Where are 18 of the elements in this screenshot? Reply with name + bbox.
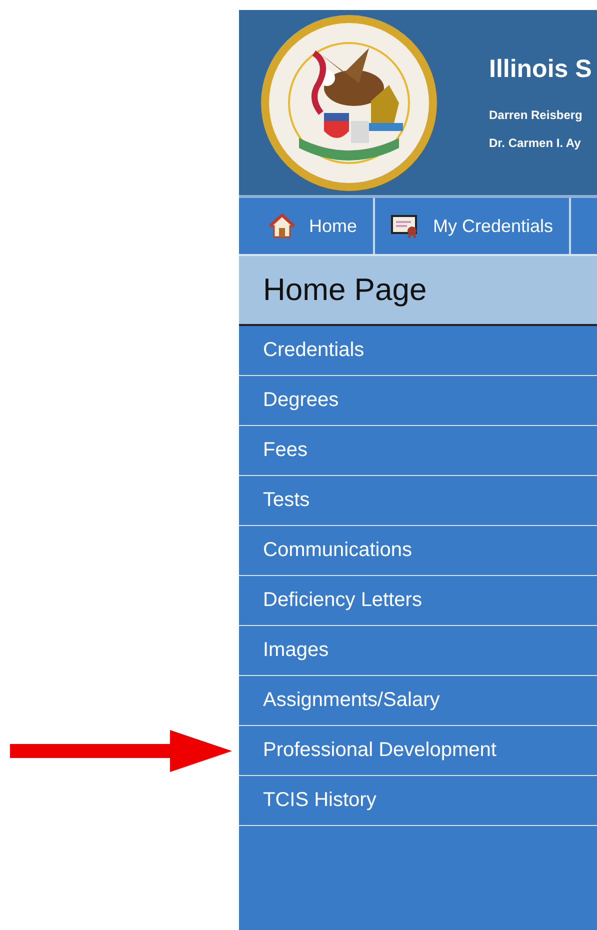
nav-link[interactable]: My Credentials xyxy=(375,198,572,254)
site-title: Illinois S xyxy=(489,55,592,84)
official-name: Dr. Carmen I. Ay xyxy=(489,136,582,150)
menu-item[interactable]: Tests xyxy=(239,476,597,526)
menu-item[interactable]: Assignments/Salary xyxy=(239,676,597,726)
menu-item[interactable]: Images xyxy=(239,626,597,676)
menu-item[interactable]: TCIS History xyxy=(239,776,597,826)
menu-item[interactable]: Communications xyxy=(239,526,597,576)
menu-item[interactable]: Deficiency Letters xyxy=(239,576,597,626)
nav-link[interactable]: Home xyxy=(239,198,376,254)
menu-item[interactable]: Professional Development xyxy=(239,726,597,776)
menu-item[interactable]: Fees xyxy=(239,426,597,476)
menu-item[interactable]: Credentials xyxy=(239,326,597,376)
certificate-icon xyxy=(391,214,420,238)
official-name: Darren Reisberg xyxy=(489,108,584,122)
house-icon xyxy=(269,214,295,238)
page-title: Home Page xyxy=(239,256,597,326)
menu-item[interactable]: Degrees xyxy=(239,376,597,426)
